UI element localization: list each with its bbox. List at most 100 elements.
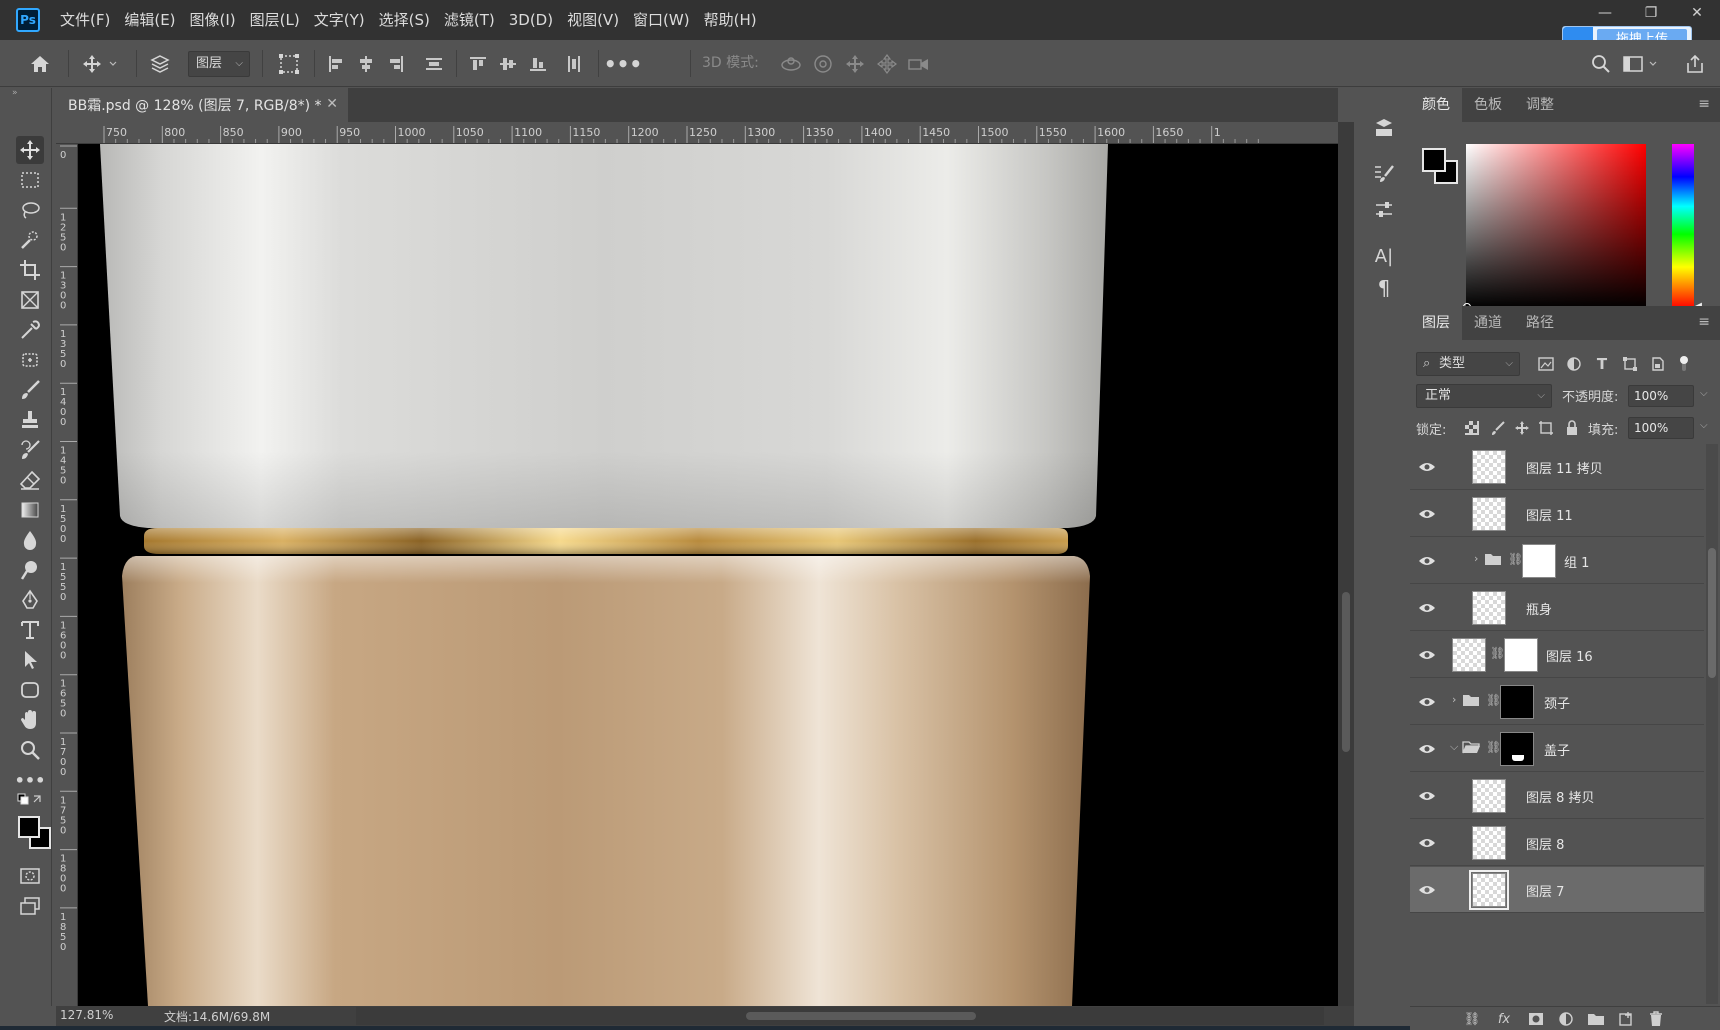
lock-transparent-pixels-icon[interactable] — [1462, 418, 1482, 438]
layer-row[interactable]: 图层 8 拷贝 — [1410, 773, 1704, 819]
properties-icon[interactable] — [1370, 196, 1398, 224]
filter-type-icon[interactable]: T — [1592, 354, 1612, 374]
layer-name[interactable]: 图层 8 拷贝 — [1526, 787, 1595, 806]
layers-panel-menu-icon[interactable]: ≡ — [1698, 314, 1710, 330]
3d-roll-icon[interactable] — [808, 40, 838, 87]
gradient-tool-icon[interactable] — [16, 496, 44, 524]
layer-name[interactable]: 图层 8 — [1526, 834, 1564, 853]
layers-scrollbar[interactable] — [1706, 444, 1718, 1004]
color-picker-field[interactable] — [1463, 144, 1646, 311]
layer-name[interactable]: 图层 7 — [1526, 881, 1564, 900]
search-icon[interactable] — [1586, 40, 1616, 87]
menu-image[interactable]: 图像(I) — [184, 0, 242, 40]
filter-pixel-icon[interactable] — [1536, 354, 1556, 374]
move-tool-preset-icon[interactable] — [78, 40, 126, 87]
eraser-tool-icon[interactable] — [16, 466, 44, 494]
auto-select-target-dropdown[interactable]: 图层 ⌵ — [188, 51, 250, 77]
filter-adjustment-icon[interactable] — [1564, 354, 1584, 374]
distribute-horizontal-icon[interactable] — [560, 40, 588, 87]
pen-tool-icon[interactable] — [16, 586, 44, 614]
link-layers-icon[interactable]: ⛓ — [1462, 1009, 1482, 1029]
hue-slider[interactable]: ◀ — [1672, 144, 1702, 312]
transform-controls-icon[interactable] — [274, 40, 304, 87]
visibility-eye-icon[interactable] — [1418, 881, 1436, 899]
align-left-icon[interactable] — [322, 40, 350, 87]
layer-row[interactable]: › ⛓ 组 1 — [1410, 538, 1704, 584]
menu-file[interactable]: 文件(F) — [54, 0, 116, 40]
menu-filter[interactable]: 滤镜(T) — [438, 0, 501, 40]
visibility-eye-icon[interactable] — [1418, 599, 1436, 617]
align-center-h-icon[interactable] — [352, 40, 380, 87]
tab-paths[interactable]: 路径 — [1514, 306, 1566, 340]
blur-tool-icon[interactable] — [16, 526, 44, 554]
maximize-icon[interactable]: ❐ — [1628, 0, 1674, 26]
brush-tool-icon[interactable] — [16, 376, 44, 404]
menu-select[interactable]: 选择(S) — [373, 0, 436, 40]
menu-layer[interactable]: 图层(L) — [244, 0, 306, 40]
document-tab[interactable]: BB霜.psd @ 128% (图层 7, RGB/8*) * ✕ — [56, 88, 348, 122]
layer-name[interactable]: 图层 11 拷贝 — [1526, 458, 1603, 477]
close-tab-icon[interactable]: ✕ — [326, 96, 338, 112]
delete-layer-icon[interactable] — [1646, 1009, 1666, 1029]
auto-select-icon[interactable] — [144, 40, 176, 87]
blend-mode-dropdown[interactable]: 正常 ⌵ — [1416, 384, 1552, 408]
lock-all-icon[interactable] — [1562, 418, 1582, 438]
zoom-tool-icon[interactable] — [16, 736, 44, 764]
visibility-eye-icon[interactable] — [1418, 646, 1436, 664]
layer-row[interactable]: 图层 11 拷贝 — [1410, 444, 1704, 490]
layer-name[interactable]: 颈子 — [1544, 693, 1570, 712]
character-panel-icon[interactable]: A| — [1370, 242, 1398, 270]
zoom-level[interactable]: 127.81% — [60, 1008, 113, 1022]
horizontal-scroll-thumb[interactable] — [746, 1012, 976, 1020]
move-tool-icon[interactable] — [16, 136, 44, 164]
tab-adjustments[interactable]: 调整 — [1514, 88, 1566, 122]
lock-artboard-icon[interactable] — [1536, 418, 1556, 438]
clone-stamp-tool-icon[interactable] — [16, 406, 44, 434]
eyedropper-tool-icon[interactable] — [16, 316, 44, 344]
filter-toggle-icon[interactable] — [1674, 354, 1694, 374]
tab-layers[interactable]: 图层 — [1410, 306, 1462, 340]
layer-mask-thumbnail[interactable] — [1500, 732, 1534, 766]
collapse-group-icon[interactable]: ⌵ — [1450, 740, 1458, 754]
visibility-eye-icon[interactable] — [1418, 787, 1436, 805]
libraries-icon[interactable] — [1370, 114, 1398, 142]
mask-link-icon[interactable]: ⛓ — [1508, 552, 1523, 566]
fill-dropdown-icon[interactable]: ⌵ — [1700, 420, 1708, 431]
color-panel-swatches[interactable] — [1422, 148, 1462, 188]
menu-type[interactable]: 文字(Y) — [308, 0, 371, 40]
visibility-eye-icon[interactable] — [1418, 693, 1436, 711]
layer-name[interactable]: 图层 11 — [1526, 505, 1573, 524]
home-icon[interactable] — [22, 40, 58, 87]
expand-group-icon[interactable]: › — [1452, 693, 1456, 706]
more-options-icon[interactable]: ••• — [604, 40, 642, 87]
visibility-eye-icon[interactable] — [1418, 552, 1436, 570]
layer-row[interactable]: ⛓ 图层 16 — [1410, 632, 1704, 678]
filter-shape-icon[interactable] — [1620, 354, 1640, 374]
add-mask-icon[interactable] — [1526, 1009, 1546, 1029]
canvas-horizontal-scrollbar[interactable] — [356, 1007, 1324, 1025]
expand-group-icon[interactable]: › — [1474, 552, 1478, 565]
layer-row[interactable]: 瓶身 — [1410, 585, 1704, 631]
healing-brush-tool-icon[interactable] — [16, 346, 44, 374]
mask-link-icon[interactable]: ⛓ — [1486, 693, 1501, 707]
layer-name[interactable]: 组 1 — [1564, 552, 1589, 571]
filter-smart-object-icon[interactable] — [1648, 354, 1668, 374]
frame-tool-icon[interactable] — [16, 286, 44, 314]
vertical-scroll-thumb[interactable] — [1342, 592, 1350, 752]
brush-settings-icon[interactable] — [1370, 160, 1398, 188]
crop-tool-icon[interactable] — [16, 256, 44, 284]
paragraph-panel-icon[interactable]: ¶ — [1370, 274, 1398, 302]
lock-position-icon[interactable] — [1512, 418, 1532, 438]
layer-row[interactable]: 图层 11 — [1410, 491, 1704, 537]
layer-row[interactable]: › ⛓ 颈子 — [1410, 679, 1704, 725]
screen-mode-icon[interactable] — [16, 892, 44, 920]
horizontal-ruler[interactable]: 750 800 850 900 950 1000 1050 1100 1150 1200 1250 1… — [56, 122, 1338, 144]
lock-image-pixels-icon[interactable] — [1488, 418, 1508, 438]
opacity-field[interactable]: 100% — [1628, 385, 1694, 407]
3d-pan-icon[interactable] — [840, 40, 870, 87]
minimize-icon[interactable]: — — [1582, 0, 1628, 26]
menu-help[interactable]: 帮助(H) — [698, 0, 763, 40]
new-adjustment-layer-icon[interactable] — [1556, 1009, 1576, 1029]
visibility-eye-icon[interactable] — [1418, 740, 1436, 758]
3d-slide-icon[interactable] — [872, 40, 902, 87]
